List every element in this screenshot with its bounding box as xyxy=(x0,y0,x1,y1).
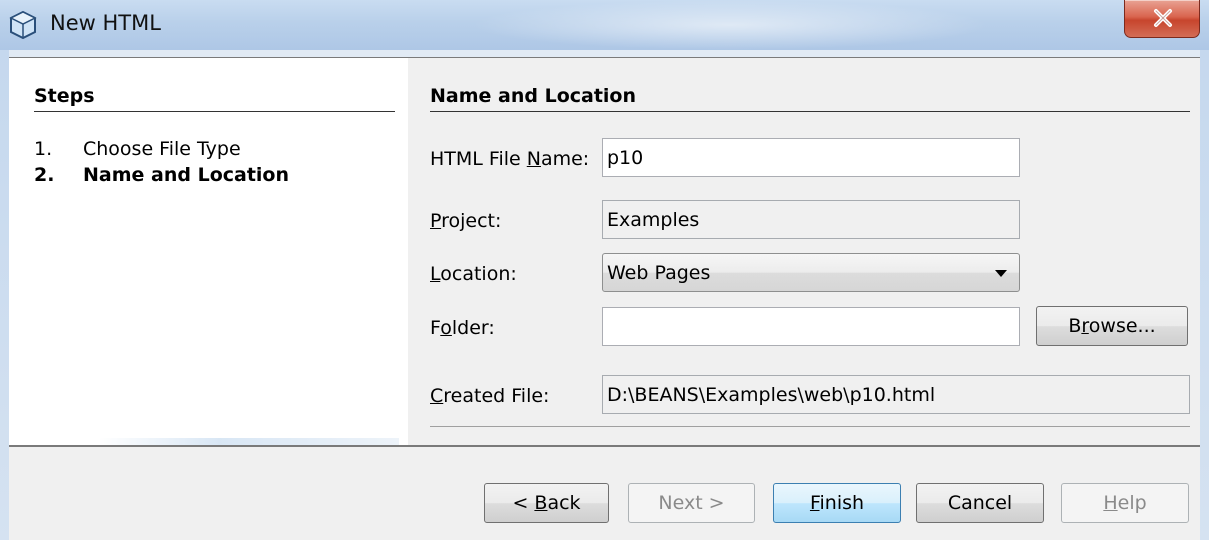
step-number: 2. xyxy=(34,164,55,186)
title-bar-glow xyxy=(470,0,990,50)
window-frame-left xyxy=(0,50,9,540)
help-button[interactable]: Help xyxy=(1061,483,1189,523)
project-field: Examples xyxy=(602,200,1020,239)
html-file-name-input[interactable]: p10 xyxy=(602,138,1020,177)
name-and-location-panel: Name and Location HTML File Name: p10 Pr… xyxy=(408,57,1200,445)
section-title: Name and Location xyxy=(430,85,637,107)
steps-title: Steps xyxy=(34,85,95,107)
content-bottom-divider xyxy=(430,426,1190,427)
finish-button[interactable]: Finish xyxy=(773,483,901,523)
created-file-field: D:\BEANS\Examples\web\p10.html xyxy=(602,375,1190,414)
step-label: Choose File Type xyxy=(83,138,241,160)
folder-label: Folder: xyxy=(430,317,495,339)
back-button[interactable]: < Back xyxy=(484,483,609,523)
cancel-button[interactable]: Cancel xyxy=(916,483,1044,523)
next-button[interactable]: Next > xyxy=(628,483,755,523)
window-frame-right xyxy=(1200,50,1209,540)
location-label: Location: xyxy=(430,263,517,285)
section-divider xyxy=(430,111,1190,112)
netbeans-cube-icon xyxy=(9,10,37,40)
location-selected-value: Web Pages xyxy=(607,262,711,284)
chevron-down-icon xyxy=(995,270,1007,277)
steps-panel: Steps 1. Choose File Type 2. Name and Loca… xyxy=(9,57,408,446)
steps-divider xyxy=(34,111,395,112)
created-file-label: Created File: xyxy=(430,385,550,407)
step-label: Name and Location xyxy=(83,164,290,186)
title-bar: New HTML xyxy=(0,0,1209,50)
html-file-name-label: HTML File Name: xyxy=(430,148,590,170)
button-bar: < Back Next > Finish Cancel Help xyxy=(9,447,1200,540)
folder-input[interactable] xyxy=(602,307,1020,346)
step-number: 1. xyxy=(34,138,53,160)
location-dropdown[interactable]: Web Pages xyxy=(602,253,1020,292)
step-choose-file-type: 1. Choose File Type xyxy=(34,138,241,160)
close-button[interactable] xyxy=(1124,0,1200,38)
window-title: New HTML xyxy=(50,11,161,35)
step-name-and-location: 2. Name and Location xyxy=(34,164,289,186)
close-icon xyxy=(1154,9,1172,27)
browse-button[interactable]: Browse... xyxy=(1036,306,1188,346)
project-label: Project: xyxy=(430,210,502,232)
